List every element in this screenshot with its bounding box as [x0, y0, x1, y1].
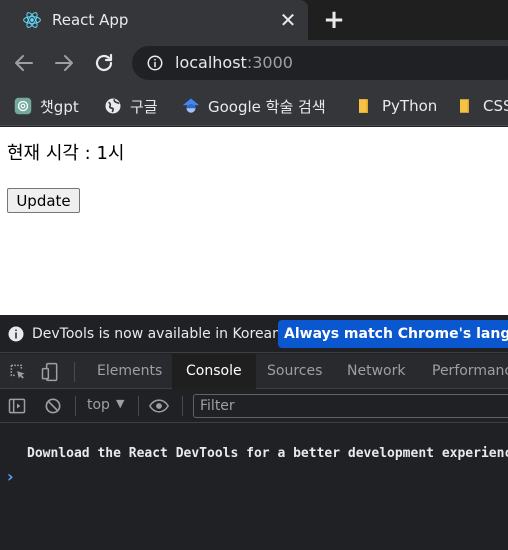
- folder-icon: [460, 99, 469, 113]
- update-button[interactable]: Update: [7, 188, 80, 213]
- bookmark-label: PyThon: [382, 97, 438, 115]
- toolbar-divider: [182, 396, 183, 416]
- tab-performance[interactable]: Performance: [418, 354, 508, 389]
- folder-icon: [359, 99, 368, 113]
- address-bar[interactable]: localhost:3000: [132, 46, 508, 80]
- console-toolbar: top ▼ Filter: [0, 389, 508, 423]
- new-tab-button[interactable]: +: [322, 7, 346, 33]
- context-selector[interactable]: top: [87, 397, 110, 413]
- infobar-message: DevTools is now available in Korean!: [32, 326, 287, 342]
- devtools-infobar: DevTools is now available in Korean! Alw…: [0, 315, 508, 353]
- site-info-icon[interactable]: [146, 54, 164, 72]
- bookmark-chatgpt[interactable]: 챗gpt: [14, 95, 79, 117]
- console-prompt-icon[interactable]: ›: [7, 467, 14, 486]
- google-scholar-icon: [182, 98, 200, 113]
- bookmark-python-folder[interactable]: PyThon: [356, 95, 437, 117]
- url-text: localhost:3000: [175, 53, 293, 73]
- device-toolbar-icon[interactable]: [40, 362, 60, 382]
- bookmark-google-scholar[interactable]: Google 학술 검색: [182, 95, 326, 117]
- inspect-element-icon[interactable]: [8, 362, 28, 382]
- tab-strip: React App ✕ +: [0, 0, 508, 40]
- filter-input[interactable]: Filter: [193, 394, 508, 418]
- eye-icon[interactable]: [149, 396, 169, 416]
- bookmarks-bar: 챗gpt 구글 Google 학술 검색 PyThon CSS: [0, 86, 508, 126]
- info-icon: [8, 326, 24, 342]
- console-output: Download the React DevTools for a better…: [0, 423, 508, 550]
- reload-icon[interactable]: [92, 51, 116, 75]
- toolbar-divider: [138, 396, 139, 416]
- page-viewport: 현재 시각 : 1시 Update: [0, 127, 508, 315]
- bookmark-css-folder[interactable]: CSS: [457, 95, 508, 117]
- tab-title: React App: [52, 11, 129, 29]
- toolbar-divider: [74, 362, 75, 382]
- bookmark-google[interactable]: 구글: [104, 95, 158, 117]
- current-time-text: 현재 시각 : 1시: [7, 143, 125, 164]
- chevron-down-icon[interactable]: ▼: [116, 397, 124, 410]
- toolbar-divider: [75, 396, 76, 416]
- tab-elements[interactable]: Elements: [83, 354, 176, 389]
- tab-sources[interactable]: Sources: [253, 354, 336, 389]
- filter-placeholder: Filter: [200, 398, 235, 414]
- tab-network[interactable]: Network: [333, 354, 419, 389]
- chatgpt-icon: [14, 97, 32, 115]
- bookmark-label: CSS: [483, 97, 508, 115]
- url-host: localhost: [175, 53, 247, 72]
- devtools-tab-bar: Elements Console Sources Network Perform…: [0, 354, 508, 389]
- sidebar-toggle-icon[interactable]: [7, 396, 27, 416]
- react-logo-icon: [23, 12, 41, 28]
- match-language-button[interactable]: Always match Chrome's language: [278, 320, 508, 348]
- bookmark-label: 챗gpt: [40, 97, 79, 116]
- close-tab-icon[interactable]: ✕: [278, 9, 298, 31]
- globe-icon: [105, 98, 121, 114]
- bookmark-label: Google 학술 검색: [208, 97, 326, 116]
- browser-toolbar: localhost:3000: [0, 40, 508, 86]
- bookmark-label: 구글: [130, 97, 158, 116]
- browser-tab[interactable]: React App ✕: [0, 0, 308, 40]
- console-log-message: Download the React DevTools for a better…: [27, 446, 508, 461]
- url-port: :3000: [246, 53, 293, 72]
- forward-arrow-icon[interactable]: [52, 51, 76, 75]
- clear-console-icon[interactable]: [43, 396, 63, 416]
- back-arrow-icon[interactable]: [12, 51, 36, 75]
- tab-console[interactable]: Console: [172, 354, 256, 389]
